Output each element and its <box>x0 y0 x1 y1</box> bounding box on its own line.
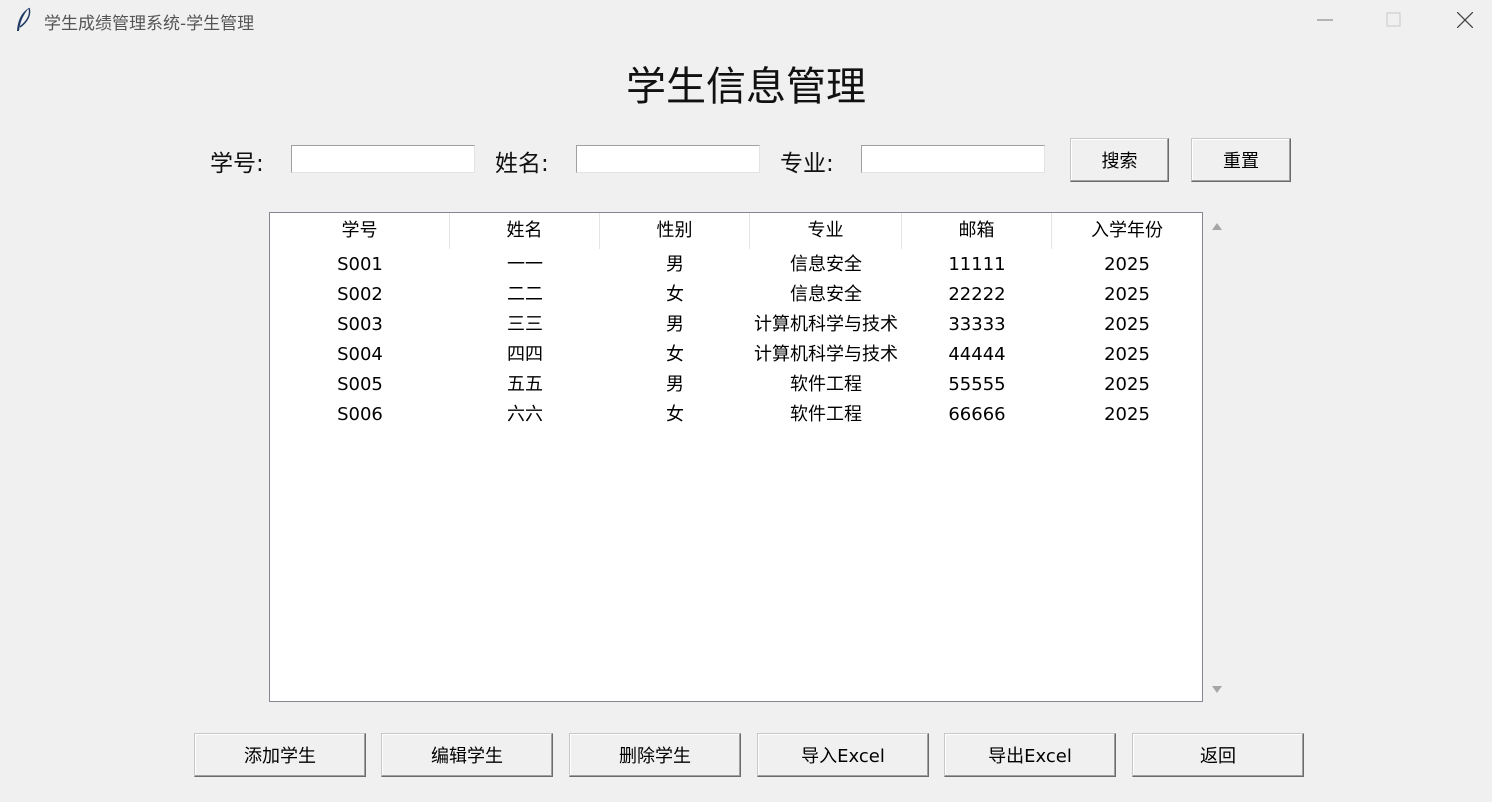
edit-student-button[interactable]: 编辑学生 <box>381 733 553 777</box>
close-button[interactable] <box>1442 0 1488 40</box>
minimize-icon <box>1317 19 1333 21</box>
cell-name: 四四 <box>507 344 543 365</box>
cell-major: 软件工程 <box>790 374 862 395</box>
export-excel-button[interactable]: 导出Excel <box>944 733 1116 777</box>
window-title: 学生成绩管理系统-学生管理 <box>44 14 255 34</box>
cell-gender: 男 <box>666 254 684 275</box>
column-header-name[interactable]: 姓名 <box>450 213 600 249</box>
cell-enroll-year: 2025 <box>1104 254 1150 275</box>
cell-enroll-year: 2025 <box>1104 314 1150 335</box>
cell-major: 信息安全 <box>790 254 862 275</box>
cell-email: 11111 <box>948 254 1006 275</box>
table-row[interactable]: S002 二二 女 信息安全 22222 2025 <box>270 280 1202 310</box>
cell-student-id: S006 <box>337 404 383 425</box>
add-student-button[interactable]: 添加学生 <box>194 733 366 777</box>
cell-email: 55555 <box>948 374 1006 395</box>
student-id-label: 学号: <box>210 151 264 177</box>
maximize-button[interactable] <box>1371 0 1417 40</box>
column-header-email[interactable]: 邮箱 <box>902 213 1052 249</box>
cell-enroll-year: 2025 <box>1104 374 1150 395</box>
cell-major: 软件工程 <box>790 404 862 425</box>
cell-student-id: S003 <box>337 314 383 335</box>
name-label: 姓名: <box>495 151 549 177</box>
cell-gender: 女 <box>666 284 684 305</box>
table-header: 学号 姓名 性别 专业 邮箱 入学年份 <box>270 213 1202 249</box>
title-bar: 学生成绩管理系统-学生管理 <box>0 0 1492 40</box>
name-input[interactable] <box>576 145 760 173</box>
cell-enroll-year: 2025 <box>1104 344 1150 365</box>
import-excel-button[interactable]: 导入Excel <box>757 733 929 777</box>
scroll-up-arrow-icon[interactable] <box>1211 222 1223 232</box>
student-id-input[interactable] <box>291 145 475 173</box>
table-row[interactable]: S006 六六 女 软件工程 66666 2025 <box>270 400 1202 430</box>
back-button[interactable]: 返回 <box>1132 733 1304 777</box>
maximize-icon <box>1386 12 1401 27</box>
cell-gender: 女 <box>666 404 684 425</box>
cell-name: 五五 <box>507 374 543 395</box>
cell-gender: 男 <box>666 314 684 335</box>
major-input[interactable] <box>861 145 1045 173</box>
table-row[interactable]: S005 五五 男 软件工程 55555 2025 <box>270 370 1202 400</box>
page-title: 学生信息管理 <box>626 64 866 110</box>
cell-major: 信息安全 <box>790 284 862 305</box>
cell-student-id: S004 <box>337 344 383 365</box>
cell-name: 六六 <box>507 404 543 425</box>
cell-name: 二二 <box>507 284 543 305</box>
search-button[interactable]: 搜索 <box>1070 138 1169 182</box>
cell-name: 一一 <box>507 254 543 275</box>
cell-student-id: S001 <box>337 254 383 275</box>
reset-button[interactable]: 重置 <box>1191 138 1291 182</box>
cell-student-id: S005 <box>337 374 383 395</box>
cell-email: 33333 <box>948 314 1006 335</box>
table-row[interactable]: S004 四四 女 计算机科学与技术 44444 2025 <box>270 340 1202 370</box>
column-header-student-id[interactable]: 学号 <box>270 213 450 249</box>
cell-student-id: S002 <box>337 284 383 305</box>
cell-email: 44444 <box>948 344 1006 365</box>
cell-enroll-year: 2025 <box>1104 284 1150 305</box>
cell-email: 66666 <box>948 404 1006 425</box>
feather-icon <box>17 7 31 31</box>
column-header-enroll-year[interactable]: 入学年份 <box>1052 213 1202 249</box>
major-label: 专业: <box>780 151 834 177</box>
vertical-scrollbar[interactable] <box>1205 212 1229 702</box>
cell-email: 22222 <box>948 284 1006 305</box>
cell-major: 计算机科学与技术 <box>754 344 898 365</box>
table-row[interactable]: S001 一一 男 信息安全 11111 2025 <box>270 250 1202 280</box>
cell-major: 计算机科学与技术 <box>754 314 898 335</box>
column-header-major[interactable]: 专业 <box>750 213 902 249</box>
table-row[interactable]: S003 三三 男 计算机科学与技术 33333 2025 <box>270 310 1202 340</box>
cell-name: 三三 <box>507 314 543 335</box>
close-icon <box>1457 12 1473 28</box>
column-header-gender[interactable]: 性别 <box>600 213 750 249</box>
cell-enroll-year: 2025 <box>1104 404 1150 425</box>
minimize-button[interactable] <box>1302 0 1348 40</box>
delete-student-button[interactable]: 删除学生 <box>569 733 741 777</box>
student-table[interactable]: 学号 姓名 性别 专业 邮箱 入学年份 S001 一一 男 信息安全 11111… <box>269 212 1203 702</box>
cell-gender: 女 <box>666 344 684 365</box>
table-body: S001 一一 男 信息安全 11111 2025 S002 二二 女 信息安全… <box>270 250 1202 430</box>
cell-gender: 男 <box>666 374 684 395</box>
scroll-down-arrow-icon[interactable] <box>1211 684 1223 694</box>
